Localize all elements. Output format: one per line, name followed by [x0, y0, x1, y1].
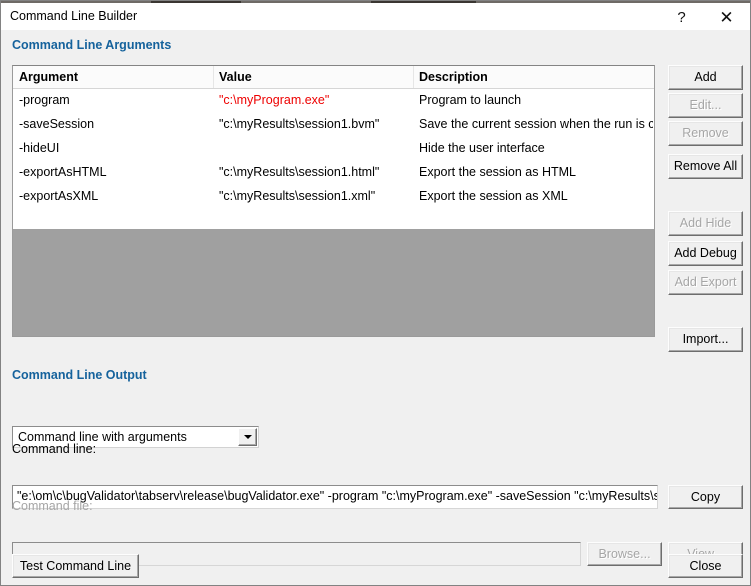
add-hide-button: Add Hide — [668, 211, 743, 236]
column-header-description[interactable]: Description — [419, 70, 488, 84]
cell-value: "c:\myProgram.exe" — [219, 93, 330, 107]
close-button[interactable]: Close — [668, 554, 743, 578]
remove-all-button[interactable]: Remove All — [668, 154, 743, 179]
cell-value: "c:\myResults\session1.html" — [219, 165, 380, 179]
arguments-list[interactable]: Argument Value Description -program "c:\… — [12, 65, 655, 337]
cell-description: Program to launch — [419, 93, 522, 107]
cell-argument: -exportAsHTML — [19, 165, 107, 179]
cell-description: Export the session as XML — [419, 189, 568, 203]
cell-description: Export the session as HTML — [419, 165, 577, 179]
add-export-button: Add Export — [668, 270, 743, 295]
add-debug-button[interactable]: Add Debug — [668, 241, 743, 266]
command-line-label: Command line: — [12, 442, 97, 456]
chevron-down-icon[interactable] — [238, 428, 257, 446]
command-line-builder-window: Command Line Builder ? ✕ Command Line Ar… — [0, 0, 751, 586]
add-button[interactable]: Add — [668, 65, 743, 90]
question-mark-icon: ? — [677, 9, 686, 26]
copy-button[interactable]: Copy — [668, 485, 743, 509]
column-divider[interactable] — [413, 66, 414, 88]
column-divider[interactable] — [213, 66, 214, 88]
edit-button: Edit... — [668, 93, 743, 118]
command-line-output-caption: Command Line Output — [12, 368, 147, 382]
cell-argument: -hideUI — [19, 141, 60, 155]
column-header-argument[interactable]: Argument — [19, 70, 78, 84]
command-line-input[interactable]: "e:\om\c\bugValidator\tabserv\release\bu… — [12, 485, 658, 509]
cell-argument: -saveSession — [19, 117, 95, 131]
close-icon: ✕ — [719, 8, 734, 27]
table-row[interactable]: -exportAsXML "c:\myResults\session1.xml"… — [13, 185, 654, 209]
import-button[interactable]: Import... — [668, 327, 743, 352]
command-line-value: "e:\om\c\bugValidator\tabserv\release\bu… — [17, 489, 657, 503]
help-button[interactable]: ? — [659, 5, 704, 30]
arguments-list-header: Argument Value Description — [13, 66, 654, 89]
cell-description: Save the current session when the run is… — [419, 117, 653, 131]
arguments-list-rows: -program "c:\myProgram.exe" Program to l… — [13, 89, 654, 229]
table-row[interactable]: -exportAsHTML "c:\myResults\session1.htm… — [13, 161, 654, 185]
command-line-arguments-caption: Command Line Arguments — [12, 38, 172, 52]
test-command-line-button[interactable]: Test Command Line — [12, 554, 139, 578]
table-row[interactable]: -hideUI Hide the user interface — [13, 137, 654, 161]
cell-argument: -program — [19, 93, 70, 107]
cell-argument: -exportAsXML — [19, 189, 99, 203]
column-header-value[interactable]: Value — [219, 70, 252, 84]
remove-button: Remove — [668, 121, 743, 146]
cell-description: Hide the user interface — [419, 141, 545, 155]
browse-button: Browse... — [587, 542, 662, 566]
window-title: Command Line Builder — [10, 9, 138, 23]
table-row[interactable]: -program "c:\myProgram.exe" Program to l… — [13, 89, 654, 113]
close-window-button[interactable]: ✕ — [704, 5, 749, 30]
cell-value: "c:\myResults\session1.bvm" — [219, 117, 380, 131]
title-bar: Command Line Builder ? ✕ — [1, 3, 750, 30]
table-row[interactable]: -saveSession "c:\myResults\session1.bvm"… — [13, 113, 654, 137]
command-file-label: Command file: — [12, 499, 93, 513]
cell-value: "c:\myResults\session1.xml" — [219, 189, 376, 203]
dialog-client-area: Command Line Arguments Argument Value De… — [1, 30, 750, 585]
